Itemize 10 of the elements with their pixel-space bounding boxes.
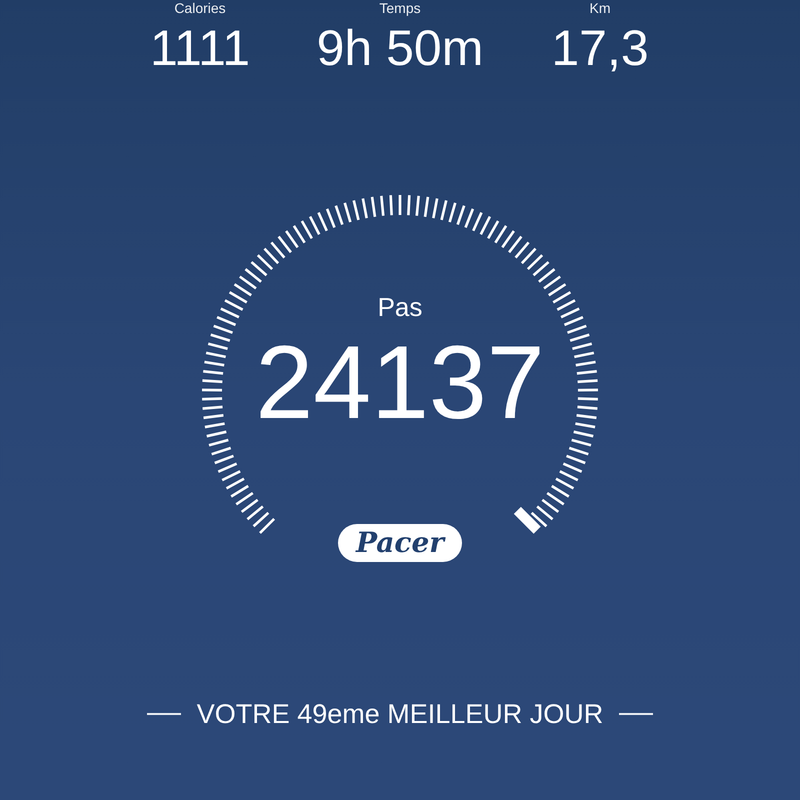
best-day-caption: VOTRE 49eme MEILLEUR JOUR [196,698,604,730]
stat-label: Km [590,0,610,16]
steps-value: 24137 [255,328,545,438]
stat-value: 17,3 [551,19,649,78]
stat-label: Calories [174,0,226,16]
stat-value: 1111 [150,19,250,78]
stat-value: 9h 50m [316,19,484,78]
steps-label: Pas [378,292,422,322]
stat-label: Temps [379,0,421,16]
pacer-logo: Pacer [338,524,462,562]
